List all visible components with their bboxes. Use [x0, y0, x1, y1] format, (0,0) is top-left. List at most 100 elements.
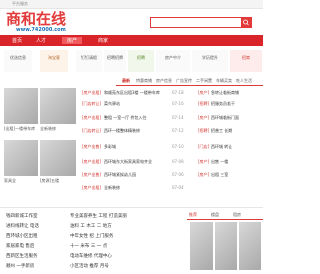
- tab-property[interactable]: 房产信息: [156, 78, 172, 84]
- item-title[interactable]: 菜鸟驿站: [104, 101, 120, 107]
- item-title[interactable]: 西环城小区出租: [6, 233, 38, 239]
- promo-box[interactable]: 招聘招牌: [104, 50, 126, 72]
- item-title[interactable]: 西环城东大街家具家电齐全: [104, 159, 152, 165]
- right-list-item[interactable]: [门店] 西环城 转让: [198, 143, 263, 152]
- listing-photo[interactable]: [239, 222, 261, 270]
- promo-box[interactable]: 房产中介: [156, 50, 190, 72]
- tab-shops[interactable]: 特惠商铺: [136, 78, 152, 84]
- photo-caption[interactable]: 家具全: [4, 178, 16, 184]
- item-title[interactable]: 西环一楼整体精装修: [104, 128, 140, 134]
- promo-box[interactable]: 招商: [230, 50, 262, 72]
- search-button[interactable]: [241, 18, 251, 27]
- search-box[interactable]: [150, 17, 252, 28]
- item-tag: [房产出租]: [82, 115, 102, 120]
- item-tag: [房产]: [198, 159, 210, 164]
- item-date: 07-18: [172, 90, 184, 95]
- item-title[interactable]: 小区活动 推荐 月号: [70, 263, 109, 269]
- item-title[interactable]: 整租 一室一厅 拎包入住: [104, 115, 147, 121]
- item-title[interactable]: 西环城临街门面: [211, 115, 239, 121]
- search-icon: [243, 19, 249, 26]
- right-list-item[interactable]: [房产] 急转让临街商铺: [198, 89, 263, 98]
- item-date: 07-10: [172, 144, 184, 149]
- item-tag: [门店转让]: [82, 128, 102, 133]
- tab-vehicles[interactable]: 车辆买卖: [216, 78, 232, 84]
- item-tag: [房产]: [198, 90, 210, 95]
- nav-item-home[interactable]: 首页: [12, 37, 22, 44]
- item-title[interactable]: 油料 工 木工 二 地方: [70, 223, 112, 229]
- item-date: 07-08: [172, 159, 184, 164]
- category-tabs: 最新 特惠商铺 房产信息 广告宣传 二手闲置 车辆买卖 吃人生活: [116, 76, 263, 86]
- listing-photo[interactable]: [40, 140, 76, 176]
- listing-photo[interactable]: [215, 222, 237, 270]
- right-tabs: 推荐 楼盘 租房: [187, 210, 263, 220]
- nav-item-merchants[interactable]: 商家: [98, 37, 108, 44]
- item-tag: [房产]: [198, 172, 210, 177]
- item-tag: [房产出售]: [82, 172, 102, 177]
- item-tag: [房产出售]: [82, 144, 102, 149]
- main-nav: 首页 人才 房产 商家: [0, 35, 263, 46]
- site-logo[interactable]: 商和在线 www.742000.com: [6, 12, 70, 34]
- item-title[interactable]: 出租 三室: [211, 172, 228, 178]
- right-list-item[interactable]: [房产] 出租 三室: [198, 171, 263, 180]
- item-tag: [门店转让]: [82, 101, 102, 106]
- list-item[interactable]: 小区活动 推荐 月号: [70, 261, 190, 272]
- item-tag: [招聘]: [198, 101, 210, 106]
- item-tag: [房产出租]: [82, 159, 102, 164]
- item-title[interactable]: 中年女性 招 上门服务: [70, 233, 113, 239]
- nav-item-talent[interactable]: 人才: [36, 37, 46, 44]
- item-title[interactable]: 急转让临街商铺: [211, 90, 239, 96]
- tab-recommend[interactable]: 推荐: [189, 212, 197, 218]
- item-date: 07-12: [172, 128, 184, 133]
- item-title[interactable]: 出售 一楼: [211, 159, 228, 165]
- item-date: 07-06: [172, 172, 184, 177]
- tab-properties[interactable]: 楼盘: [211, 212, 219, 218]
- listing-photo[interactable]: [190, 222, 213, 270]
- item-title[interactable]: 和顺苑东区出租3楼 一楼带车库: [104, 90, 160, 96]
- right-list-item[interactable]: [招聘] 招普工 长期: [198, 127, 263, 136]
- listing-photo[interactable]: [40, 88, 76, 124]
- right-list-item[interactable]: [房产] 出售 一楼: [198, 158, 263, 167]
- platform-service-link[interactable]: 平台服务: [12, 1, 28, 7]
- right-list-item[interactable]: [招聘] 招服务员若干: [198, 100, 263, 109]
- item-title[interactable]: 多彩城: [104, 144, 116, 150]
- promo-box[interactable]: 学历提升: [192, 50, 228, 72]
- item-date: 07-04: [172, 185, 184, 190]
- tab-rentals[interactable]: 租房: [233, 212, 241, 218]
- tab-ads[interactable]: 广告宣传: [176, 78, 192, 84]
- item-tag: [招聘]: [198, 128, 210, 133]
- nav-item-property[interactable]: 房产: [62, 37, 83, 44]
- item-title[interactable]: 进料线转让 电话: [6, 223, 39, 229]
- listing-photo[interactable]: [4, 88, 38, 124]
- photo-caption[interactable]: 全新装修: [40, 126, 56, 132]
- item-title[interactable]: 专业美容养生 工程 打造美丽: [70, 213, 127, 219]
- item-title[interactable]: 电动车维修 代理中心: [70, 253, 112, 259]
- item-title[interactable]: 招普工 长期: [211, 128, 232, 134]
- item-date: 07-16: [172, 101, 184, 106]
- photo-caption[interactable]: [出租]一楼带车库: [4, 126, 35, 132]
- tab-life[interactable]: 吃人生活: [236, 78, 252, 84]
- item-title[interactable]: 钱四新城工作室: [6, 213, 38, 219]
- item-title[interactable]: 西环城紧挨幼儿园: [104, 172, 136, 178]
- promo-box[interactable]: 钉钉请假: [76, 50, 102, 72]
- promo-box[interactable]: 招聘: [128, 50, 154, 72]
- item-tag: [房产出租]: [82, 90, 102, 95]
- item-tag: [门店]: [198, 144, 210, 149]
- tab-latest[interactable]: 最新: [122, 78, 130, 84]
- item-title[interactable]: 西环城 转让: [211, 144, 232, 150]
- item-title[interactable]: 招服务员若干: [211, 101, 235, 107]
- promo-box[interactable]: 优选信息: [4, 50, 32, 72]
- tab-secondhand[interactable]: 二手闲置: [196, 78, 212, 84]
- promo-box[interactable]: 淘宝客: [40, 50, 68, 72]
- list-item[interactable]: [房产出租] 全新装修 07-04: [82, 184, 263, 193]
- item-date: 07-14: [172, 115, 184, 120]
- item-title[interactable]: 西新区生活服务: [6, 253, 38, 259]
- section-divider: [0, 207, 263, 208]
- photo-caption[interactable]: [房源]五楼: [40, 178, 59, 184]
- item-title[interactable]: 全新装修: [104, 185, 120, 191]
- listing-photo[interactable]: [4, 140, 38, 176]
- right-list-item[interactable]: [房产] 西环城临街门面: [198, 114, 263, 123]
- item-title[interactable]: 家居家电 售后: [6, 243, 34, 249]
- logo-sub-text: www.742000.com: [16, 27, 66, 33]
- item-title[interactable]: 顺州 一手新房: [6, 263, 34, 269]
- item-title[interactable]: 十一 米布 三 一 点: [70, 243, 107, 249]
